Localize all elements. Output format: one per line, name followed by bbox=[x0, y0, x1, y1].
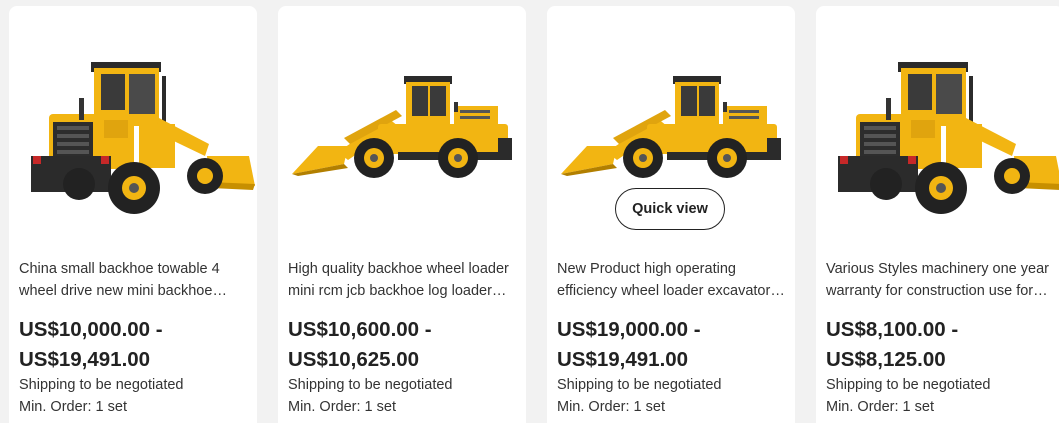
product-title[interactable]: High quality backhoe wheel loader mini r… bbox=[288, 258, 516, 302]
product-image[interactable] bbox=[9, 6, 257, 246]
product-title[interactable]: Various Styles machinery one year warran… bbox=[826, 258, 1054, 302]
wheel-loader-image bbox=[9, 6, 257, 246]
price-max: US$8,125.00 bbox=[826, 348, 946, 371]
product-card[interactable]: High quality backhoe wheel loader mini r… bbox=[278, 6, 526, 423]
product-price: US$19,000.00 - US$19,491.00 bbox=[557, 315, 789, 375]
price-max: US$19,491.00 bbox=[19, 348, 151, 371]
shipping-info: Shipping to be negotiated bbox=[557, 377, 722, 393]
quick-view-button[interactable]: Quick view bbox=[615, 188, 725, 230]
price-min: US$10,600.00 - bbox=[288, 318, 432, 341]
min-order: Min. Order: 1 set bbox=[19, 399, 127, 415]
product-title[interactable]: China small backhoe towable 4 wheel driv… bbox=[19, 258, 247, 302]
wheel-loader-image bbox=[278, 6, 526, 246]
price-min: US$10,000.00 - bbox=[19, 318, 163, 341]
min-order: Min. Order: 1 set bbox=[557, 399, 665, 415]
wheel-loader-image bbox=[816, 6, 1059, 246]
product-card[interactable]: Various Styles machinery one year warran… bbox=[816, 6, 1059, 423]
product-price: US$10,000.00 - US$19,491.00 bbox=[19, 315, 251, 375]
product-title[interactable]: New Product high operating efficiency wh… bbox=[557, 258, 785, 302]
product-image[interactable] bbox=[816, 6, 1059, 246]
min-order: Min. Order: 1 set bbox=[288, 399, 396, 415]
price-max: US$19,491.00 bbox=[557, 348, 689, 371]
product-price: US$8,100.00 - US$8,125.00 bbox=[826, 315, 1058, 375]
shipping-info: Shipping to be negotiated bbox=[826, 377, 991, 393]
price-max: US$10,625.00 bbox=[288, 348, 420, 371]
product-image[interactable] bbox=[278, 6, 526, 246]
min-order: Min. Order: 1 set bbox=[826, 399, 934, 415]
product-card[interactable]: China small backhoe towable 4 wheel driv… bbox=[9, 6, 257, 423]
product-price: US$10,600.00 - US$10,625.00 bbox=[288, 315, 520, 375]
shipping-info: Shipping to be negotiated bbox=[19, 377, 184, 393]
product-grid: China small backhoe towable 4 wheel driv… bbox=[0, 0, 1059, 423]
price-min: US$8,100.00 - bbox=[826, 318, 959, 341]
product-card[interactable]: Quick view New Product high operating ef… bbox=[547, 6, 795, 423]
price-min: US$19,000.00 - bbox=[557, 318, 701, 341]
shipping-info: Shipping to be negotiated bbox=[288, 377, 453, 393]
